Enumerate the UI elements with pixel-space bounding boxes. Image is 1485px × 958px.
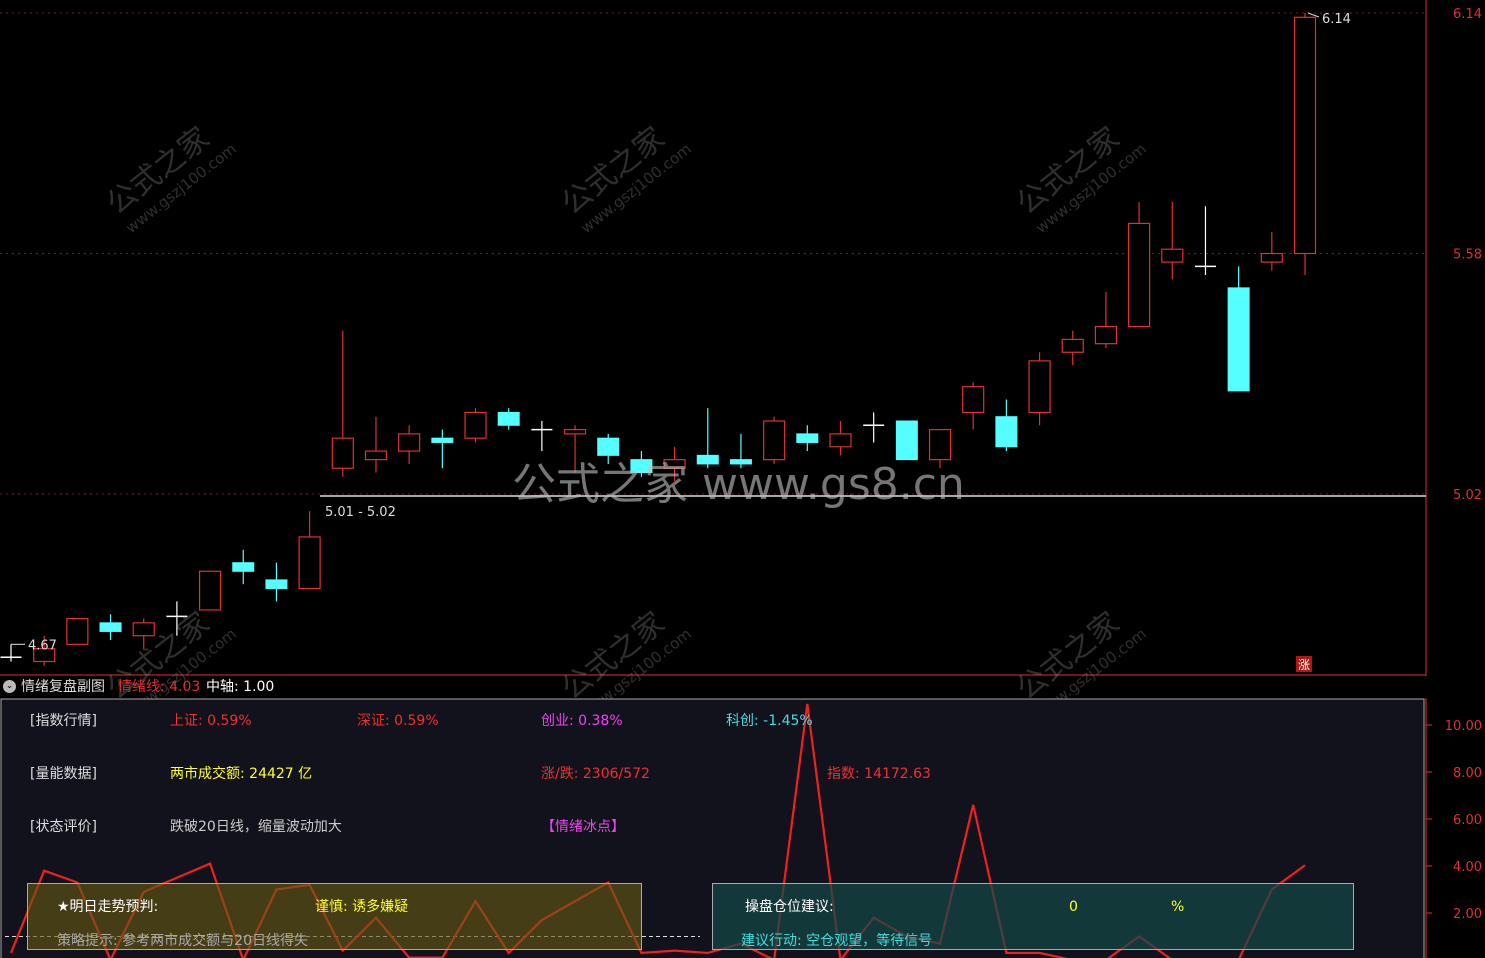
candle-body [1227,287,1250,392]
chinext-change: 创业: 0.38% [541,713,623,729]
candle-body [431,437,454,443]
star-change: 科创: -1.45% [726,713,813,729]
shanghai-change: 上证: 0.59% [170,713,252,729]
candle [1194,206,1216,275]
candle-body [829,433,852,448]
candle [1028,352,1051,426]
candle [962,382,985,430]
row-label-status: [状态评价] [30,819,97,835]
candle-body [66,617,89,645]
high-marker [1307,12,1320,18]
strategy-text: 策略提示: 参考两市成交额与20日线得失 [57,933,308,949]
candle-body [796,433,819,443]
forecast-label: ★明日走势预判: [57,899,159,915]
candle [331,330,354,477]
candle [166,601,188,636]
candle [1161,201,1184,280]
emotion-line-value: 情绪线: 4.03 [118,679,201,695]
candle [66,617,89,645]
advance-decline: 涨/跌: 2306/572 [541,766,650,782]
status-text: 跌破20日线，缩量波动加大 [170,819,342,835]
candle [99,614,122,641]
candle [531,420,553,452]
candle [1061,330,1084,366]
candle-body [1128,222,1151,328]
candle [298,511,321,590]
sub-axis-label: 2.00 [1453,907,1482,922]
row-label-index: [指数行情] [30,713,97,729]
candlestick-chart[interactable]: 6.14 5.58 5.02 5.01 - 5.02 6.14 4.67 涨 [0,0,1485,676]
collapse-icon[interactable]: ⌄ [3,680,16,693]
price-axis-label: 6.14 [1453,7,1482,22]
candle [1260,232,1283,271]
sub-axis-label: 10.00 [1445,719,1482,734]
candle-body [962,386,985,414]
candle [398,425,421,464]
candle-body [331,437,354,469]
candle-body [265,579,288,589]
candle-body [1260,252,1283,263]
candle [1128,201,1151,328]
candle [0,644,22,662]
candle-body [995,416,1018,448]
position-unit: % [1171,899,1185,915]
candle-body [132,622,155,637]
candle [1227,266,1250,392]
candle-body [1028,360,1051,414]
index-value: 指数: 14172.63 [827,766,931,782]
sub-axis-label: 8.00 [1453,766,1482,781]
price-axis-label: 5.58 [1453,248,1482,263]
axis-line-value: 中轴: 1.00 [206,679,275,695]
turnover-value: 两市成交额: 24427 亿 [170,766,313,782]
candle [497,408,520,430]
range-label: 5.01 - 5.02 [325,505,396,520]
candle-body [1161,248,1184,263]
indicator-header: ⌄ 情绪复盘副图 情绪线: 4.03 中轴: 1.00 [0,676,1426,698]
candle [1094,292,1118,348]
candle [265,562,288,602]
indicator-title[interactable]: 情绪复盘副图 [21,676,105,698]
low-label: 4.67 [28,638,57,653]
candle-body [232,562,255,572]
candle [863,412,885,443]
sub-axis-label: 4.00 [1453,860,1482,875]
candle-body [563,428,587,435]
candle-body [364,450,388,461]
sub-axis-label: 6.00 [1453,813,1482,828]
candle-body [99,622,122,632]
candle [1293,13,1317,275]
candle-body [1094,325,1118,345]
candle [232,549,255,585]
candle-body [464,411,487,439]
candle [995,399,1018,452]
candle [132,618,155,649]
candle-body [497,411,520,426]
status-badge: 【情绪冰点】 [541,819,625,835]
action-text: 建议行动: 空仓观望，等待信号 [741,933,933,949]
price-axis-label: 5.02 [1453,488,1482,503]
high-label: 6.14 [1322,12,1351,27]
site-watermark: 公式之家 www.gs8.cn [512,459,965,510]
candle-body [298,536,321,590]
candle [364,416,388,473]
candle [431,429,454,469]
position-value: 0 [1069,899,1078,915]
candle [198,570,222,611]
candle-body [1061,338,1084,353]
limit-badge: 涨 [1298,657,1310,672]
forecast-value: 谨慎: 诱多嫌疑 [315,899,409,915]
candle-body [398,433,421,452]
candle-body [1293,16,1317,255]
position-label: 操盘仓位建议: [745,899,834,915]
candle-body [198,570,222,611]
row-label-volume: [量能数据] [30,766,97,782]
candle [464,408,487,443]
shenzhen-change: 深证: 0.59% [357,713,439,729]
